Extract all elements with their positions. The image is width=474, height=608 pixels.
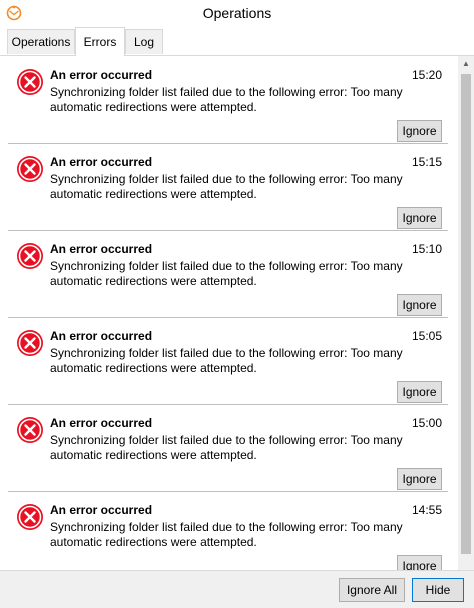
tab-strip: Operations Errors Log: [0, 27, 474, 56]
error-item: An error occurred 15:00 Synchronizing fo…: [8, 404, 448, 492]
error-message: Synchronizing folder list failed due to …: [50, 172, 403, 201]
hide-button[interactable]: Hide: [412, 578, 464, 602]
error-icon: [17, 504, 43, 530]
error-time: 15:00: [411, 416, 442, 430]
error-icon: [17, 330, 43, 356]
error-item: An error occurred 14:55 Synchronizing fo…: [8, 491, 448, 570]
error-title: An error occurred: [50, 242, 153, 256]
tab-operations[interactable]: Operations: [7, 29, 75, 54]
ignore-button[interactable]: Ignore: [397, 381, 442, 403]
error-time: 15:10: [411, 242, 442, 256]
error-message: Synchronizing folder list failed due to …: [50, 346, 403, 375]
footer-bar: Ignore All Hide: [0, 570, 474, 608]
error-item: An error occurred 15:05 Synchronizing fo…: [8, 317, 448, 405]
error-title: An error occurred: [50, 416, 153, 430]
error-message: Synchronizing folder list failed due to …: [50, 433, 403, 462]
error-message: Synchronizing folder list failed due to …: [50, 85, 403, 114]
scroll-thumb[interactable]: [461, 74, 471, 554]
error-time: 15:20: [411, 68, 442, 82]
vertical-scrollbar[interactable]: ▲: [458, 56, 474, 570]
title-bar: Operations: [0, 0, 474, 27]
error-icon: [17, 417, 43, 443]
ignore-button[interactable]: Ignore: [397, 120, 442, 142]
error-item: An error occurred 15:10 Synchronizing fo…: [8, 230, 448, 318]
tab-errors[interactable]: Errors: [75, 27, 125, 56]
error-time: 14:55: [411, 503, 442, 517]
tab-log[interactable]: Log: [125, 29, 163, 54]
ignore-button[interactable]: Ignore: [397, 294, 442, 316]
error-icon: [17, 69, 43, 95]
ignore-button[interactable]: Ignore: [397, 468, 442, 490]
error-message: Synchronizing folder list failed due to …: [50, 520, 403, 549]
error-item: An error occurred 15:15 Synchronizing fo…: [8, 143, 448, 231]
ignore-button[interactable]: Ignore: [397, 207, 442, 229]
error-item: An error occurred 15:20 Synchronizing fo…: [8, 56, 448, 144]
window-title: Operations: [202, 5, 272, 21]
error-time: 15:15: [411, 155, 442, 169]
error-list: An error occurred 15:20 Synchronizing fo…: [0, 56, 474, 570]
error-title: An error occurred: [50, 329, 153, 343]
ignore-all-button[interactable]: Ignore All: [339, 578, 405, 602]
error-time: 15:05: [411, 329, 442, 343]
error-title: An error occurred: [50, 68, 153, 82]
error-icon: [17, 243, 43, 269]
error-icon: [17, 156, 43, 182]
scroll-up-arrow-icon[interactable]: ▲: [458, 56, 474, 72]
error-title: An error occurred: [50, 503, 153, 517]
error-title: An error occurred: [50, 155, 153, 169]
error-message: Synchronizing folder list failed due to …: [50, 259, 403, 288]
ignore-button[interactable]: Ignore: [397, 555, 442, 570]
